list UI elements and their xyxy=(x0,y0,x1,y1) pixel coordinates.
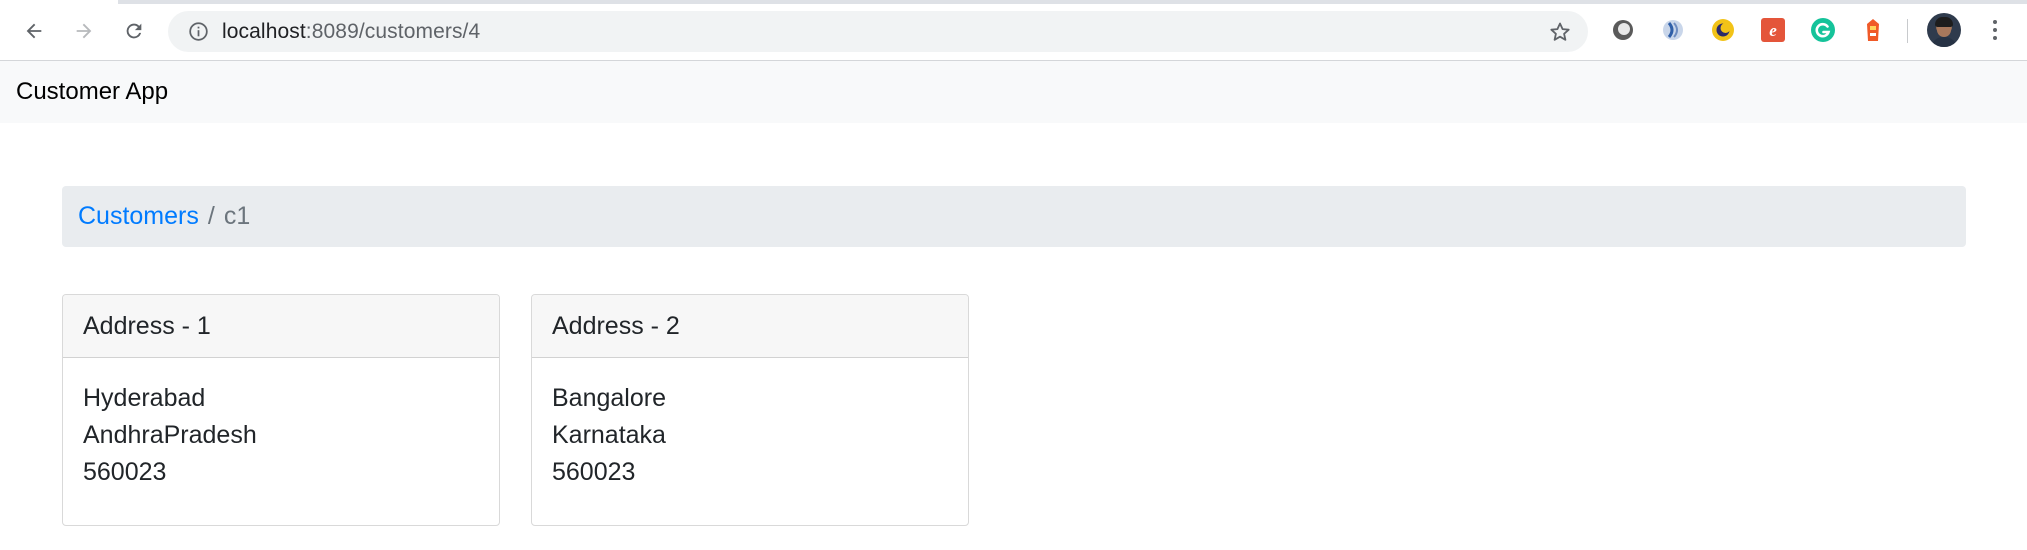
address-state: AndhraPradesh xyxy=(83,421,257,449)
address-card-body: Hyderabad AndhraPradesh 560023 xyxy=(63,358,499,491)
toolbar-divider xyxy=(1907,19,1908,43)
reload-button[interactable] xyxy=(116,13,152,49)
url-host: localhost xyxy=(222,20,306,43)
info-icon[interactable] xyxy=(188,21,209,42)
extension-icon-6[interactable] xyxy=(1859,16,1887,44)
address-city: Bangalore xyxy=(552,384,666,412)
forward-arrow-icon xyxy=(76,23,92,39)
extension-icon-4[interactable]: e xyxy=(1759,16,1787,44)
address-card-header: Address - 2 xyxy=(532,295,968,358)
breadcrumb-current: c1 xyxy=(223,202,251,230)
svg-text:e: e xyxy=(1769,21,1777,40)
address-city: Hyderabad xyxy=(83,384,206,412)
address-bar[interactable]: localhost:8089/customers/4 xyxy=(168,11,1588,52)
profile-avatar[interactable] xyxy=(1927,13,1961,47)
back-button[interactable] xyxy=(16,13,52,49)
address-card-body: Bangalore Karnataka 560023 xyxy=(532,358,968,491)
address-card: Address - 1 Hyderabad AndhraPradesh 5600… xyxy=(62,294,500,526)
breadcrumb-separator: / xyxy=(207,202,215,230)
url-text[interactable]: localhost:8089/customers/4 xyxy=(222,20,480,44)
back-arrow-icon xyxy=(26,23,42,39)
navbar-brand[interactable]: Customer App xyxy=(16,78,168,106)
address-card-header: Address - 1 xyxy=(63,295,499,358)
grammarly-icon[interactable] xyxy=(1809,16,1837,44)
breadcrumb: Customers / c1 xyxy=(62,186,1966,247)
browser-toolbar: localhost:8089/customers/4 e xyxy=(0,0,2027,61)
url-path: :8089/customers/4 xyxy=(305,20,481,43)
tab-strip xyxy=(0,0,2027,4)
breadcrumb-customers-link[interactable]: Customers xyxy=(78,202,199,231)
address-state: Karnataka xyxy=(552,421,666,449)
address-zip: 560023 xyxy=(552,458,636,486)
bookmark-star-icon[interactable] xyxy=(1548,20,1572,44)
active-tab[interactable] xyxy=(0,0,118,4)
extension-icon-2[interactable] xyxy=(1659,16,1687,44)
forward-button[interactable] xyxy=(66,13,102,49)
browser-menu-button[interactable] xyxy=(1980,15,2010,45)
address-zip: 560023 xyxy=(83,458,167,486)
address-card: Address - 2 Bangalore Karnataka 560023 xyxy=(531,294,969,526)
extension-icon-3[interactable] xyxy=(1709,16,1737,44)
app-navbar: Customer App xyxy=(0,61,2027,123)
reload-icon xyxy=(126,23,142,39)
extension-icon-1[interactable] xyxy=(1609,16,1637,44)
